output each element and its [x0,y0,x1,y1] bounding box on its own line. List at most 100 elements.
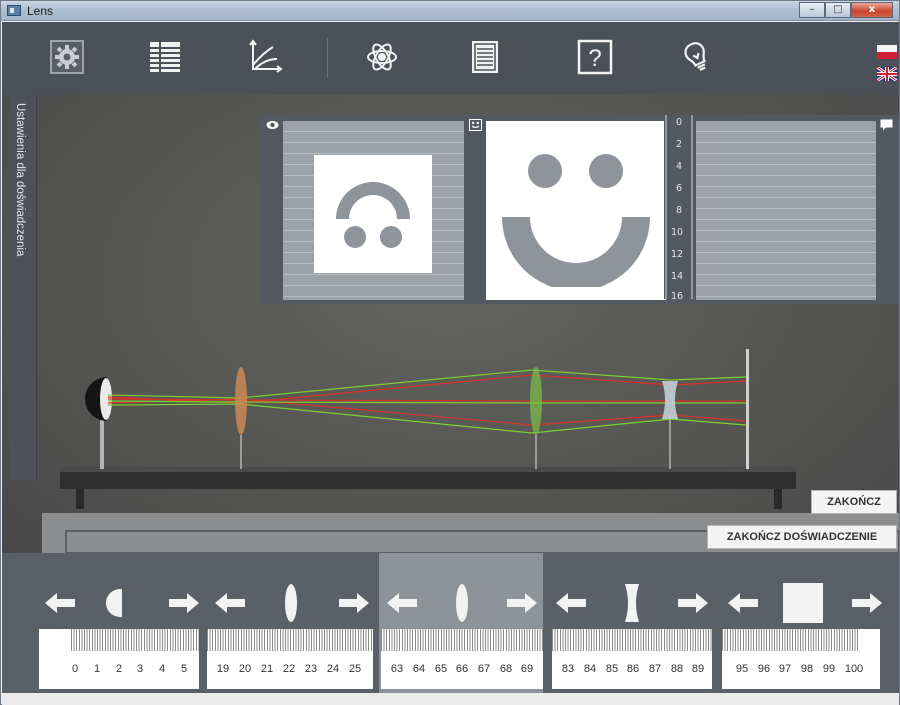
converging-lens-2 [530,367,542,435]
finish-button[interactable]: ZAKOŃCZ [811,490,897,514]
ruler-tick: 6 [676,183,683,194]
ruler-number: 89 [691,663,705,675]
ruler-number: 66 [455,663,469,675]
ruler-number: 19 [216,663,230,675]
graph-button[interactable] [242,34,288,80]
ruler-number: 100 [844,663,864,675]
ruler-number: 85 [605,663,619,675]
position-ruler[interactable]: 83 84 85 86 87 88 89 [552,629,712,689]
polish-flag-icon[interactable] [877,45,897,59]
move-left-arrow-icon[interactable] [213,591,247,615]
ruler-number: 63 [390,663,404,675]
smiley-icon [469,119,482,131]
observed-image-box [283,121,464,300]
position-ruler[interactable]: 95 96 97 98 99 100 [722,629,880,689]
optical-bench [42,349,899,553]
screen-plate [746,349,749,469]
ruler-number: 24 [326,663,340,675]
app-icon [7,5,21,16]
help-button[interactable]: ? [572,34,618,80]
position-controls: 0 1 2 3 4 5 19 20 21 22 23 24 25 63 64 6… [2,553,899,693]
ruler-number: 5 [180,663,188,675]
converging-lens-icon [285,584,297,622]
ruler-tick: 14 [671,271,684,282]
move-right-arrow-icon[interactable] [850,591,884,615]
vertical-ruler: 0 2 4 6 8 10 12 14 16 [664,115,694,302]
lens-1-control: 19 20 21 22 23 24 25 [207,553,379,693]
ruler-tick: 0 [676,117,683,128]
inverted-smiley-image [314,155,432,273]
light-source-control: 0 1 2 3 4 5 [37,553,207,693]
image-preview-panel [260,115,899,304]
ruler-number: 3 [136,663,144,675]
ruler-number: 83 [561,663,575,675]
ruler-number: 25 [348,663,362,675]
converging-lens-1 [235,367,247,435]
toolbar-separator [327,38,328,78]
ruler-number: 95 [735,663,749,675]
speech-bubble-icon [880,119,893,131]
lens-2-control: 63 64 65 66 67 68 69 [379,553,543,693]
lamp-icon [106,589,122,617]
screen-image-box [696,121,876,300]
lamp-post [100,415,104,469]
table-button[interactable] [142,34,188,80]
ruler-number: 96 [757,663,771,675]
gear-icon [50,40,84,74]
atom-icon [367,43,397,71]
move-right-arrow-icon[interactable] [167,591,201,615]
window-title: Lens [27,4,54,18]
finish-experiment-button[interactable]: ZAKOŃCZ DOŚWIADCZENIE [707,525,897,549]
move-left-arrow-icon[interactable] [554,591,588,615]
ruler-number: 20 [238,663,252,675]
window-controls: – □ x [799,2,893,18]
diverging-lens [662,381,678,419]
uk-flag-icon[interactable] [877,67,897,81]
diverging-lens-icon [625,584,639,622]
document-icon [472,41,498,73]
ruler-tick: 8 [676,205,683,216]
ruler-number: 99 [822,663,836,675]
ruler-number: 0 [71,663,79,675]
minimize-button[interactable]: – [799,2,825,18]
title-bar: Lens – □ x [1,1,899,21]
position-ruler[interactable]: 63 64 65 66 67 68 69 [381,629,543,689]
hint-button[interactable] [674,34,720,80]
ruler-number: 88 [670,663,684,675]
ruler-number: 64 [412,663,426,675]
theory-button[interactable] [359,34,405,80]
experiment-scene: Ustawienia dla doświadczenia 0 2 4 6 8 1… [2,95,899,553]
ruler-number: 97 [778,663,792,675]
graph-axes-icon [249,39,283,73]
maximize-button[interactable]: □ [825,2,851,18]
move-left-arrow-icon[interactable] [726,591,760,615]
ruler-number: 67 [477,663,491,675]
ruler-number: 1 [93,663,101,675]
lightbulb-icon [684,42,706,72]
status-bar [2,693,899,705]
settings-side-tab-label: Ustawienia dla doświadczenia [14,103,26,257]
position-ruler[interactable]: 0 1 2 3 4 5 [39,629,199,689]
close-button[interactable]: x [851,2,893,18]
settings-button[interactable] [44,34,90,80]
ruler-number: 65 [434,663,448,675]
ruler-number: 84 [583,663,597,675]
move-left-arrow-icon[interactable] [43,591,77,615]
smiley-object-image [502,154,650,287]
move-left-arrow-icon[interactable] [385,591,419,615]
ruler-tick: 16 [671,291,684,302]
screen-control: 95 96 97 98 99 100 [720,553,899,693]
move-right-arrow-icon[interactable] [505,591,539,615]
ruler-number: 68 [499,663,513,675]
move-right-arrow-icon[interactable] [676,591,710,615]
move-right-arrow-icon[interactable] [337,591,371,615]
help-icon: ? [577,39,613,75]
ruler-number: 98 [800,663,814,675]
ruler-number: 21 [260,663,274,675]
position-ruler[interactable]: 19 20 21 22 23 24 25 [207,629,373,689]
document-button[interactable] [462,34,508,80]
ruler-number: 4 [158,663,166,675]
ruler-tick: 10 [671,227,684,238]
ruler-number: 87 [648,663,662,675]
ruler-tick: 4 [676,161,683,172]
